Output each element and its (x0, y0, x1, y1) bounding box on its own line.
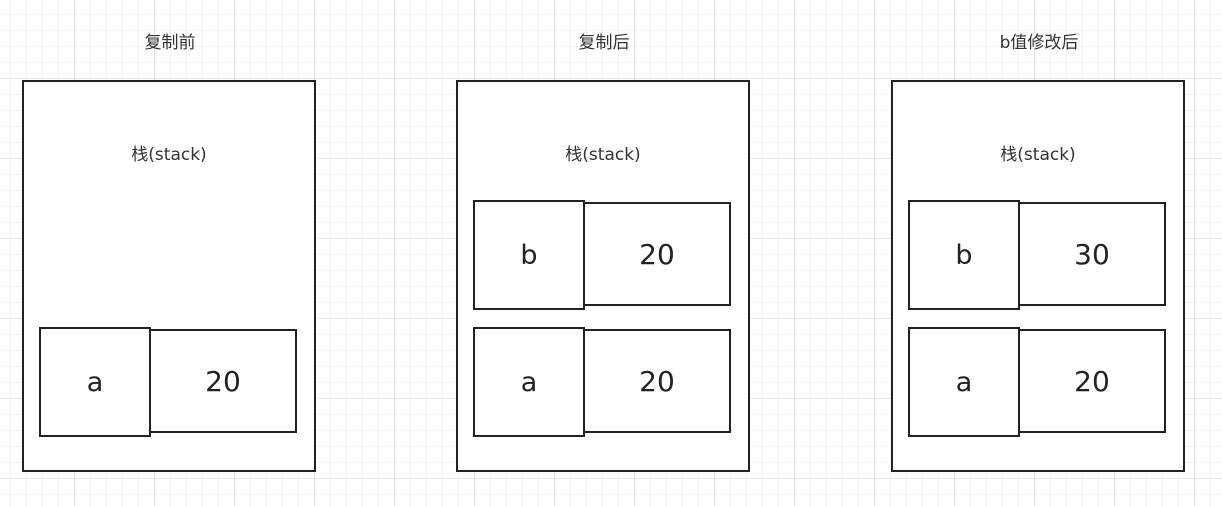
stack-variable-b: b 20 (473, 200, 735, 310)
variable-name: a (908, 327, 1020, 437)
stack-container: 栈(stack) a 20 (22, 80, 316, 472)
stack-label: 栈(stack) (131, 145, 207, 165)
panel-title: 复制后 (578, 33, 630, 53)
variable-name: a (473, 327, 585, 437)
variable-name: a (39, 327, 151, 437)
panel-after-copy: 复制后 栈(stack) b 20 a 20 (456, 30, 752, 472)
variable-value: 20 (149, 329, 297, 433)
variable-name: b (473, 200, 585, 310)
variable-value: 20 (583, 329, 731, 433)
stack-variable-a: a 20 (39, 327, 301, 437)
stack-container: 栈(stack) b 20 a 20 (456, 80, 750, 472)
panel-before-copy: 复制前 栈(stack) a 20 (22, 30, 318, 472)
variable-value: 20 (1018, 329, 1166, 433)
stack-variable-b: b 30 (908, 200, 1170, 310)
variable-value: 20 (583, 202, 731, 306)
variable-value: 30 (1018, 202, 1166, 306)
stack-label: 栈(stack) (1000, 145, 1076, 165)
stack-variable-a: a 20 (473, 327, 735, 437)
variable-name: b (908, 200, 1020, 310)
diagram-canvas: 复制前 栈(stack) a 20 复制后 栈(stack) b 20 a 20… (0, 0, 1222, 506)
panel-title: b值修改后 (999, 33, 1079, 53)
stack-container: 栈(stack) b 30 a 20 (891, 80, 1185, 472)
stack-variable-a: a 20 (908, 327, 1170, 437)
panel-after-b-modified: b值修改后 栈(stack) b 30 a 20 (891, 30, 1187, 472)
panel-title: 复制前 (144, 33, 196, 53)
stack-label: 栈(stack) (565, 145, 641, 165)
